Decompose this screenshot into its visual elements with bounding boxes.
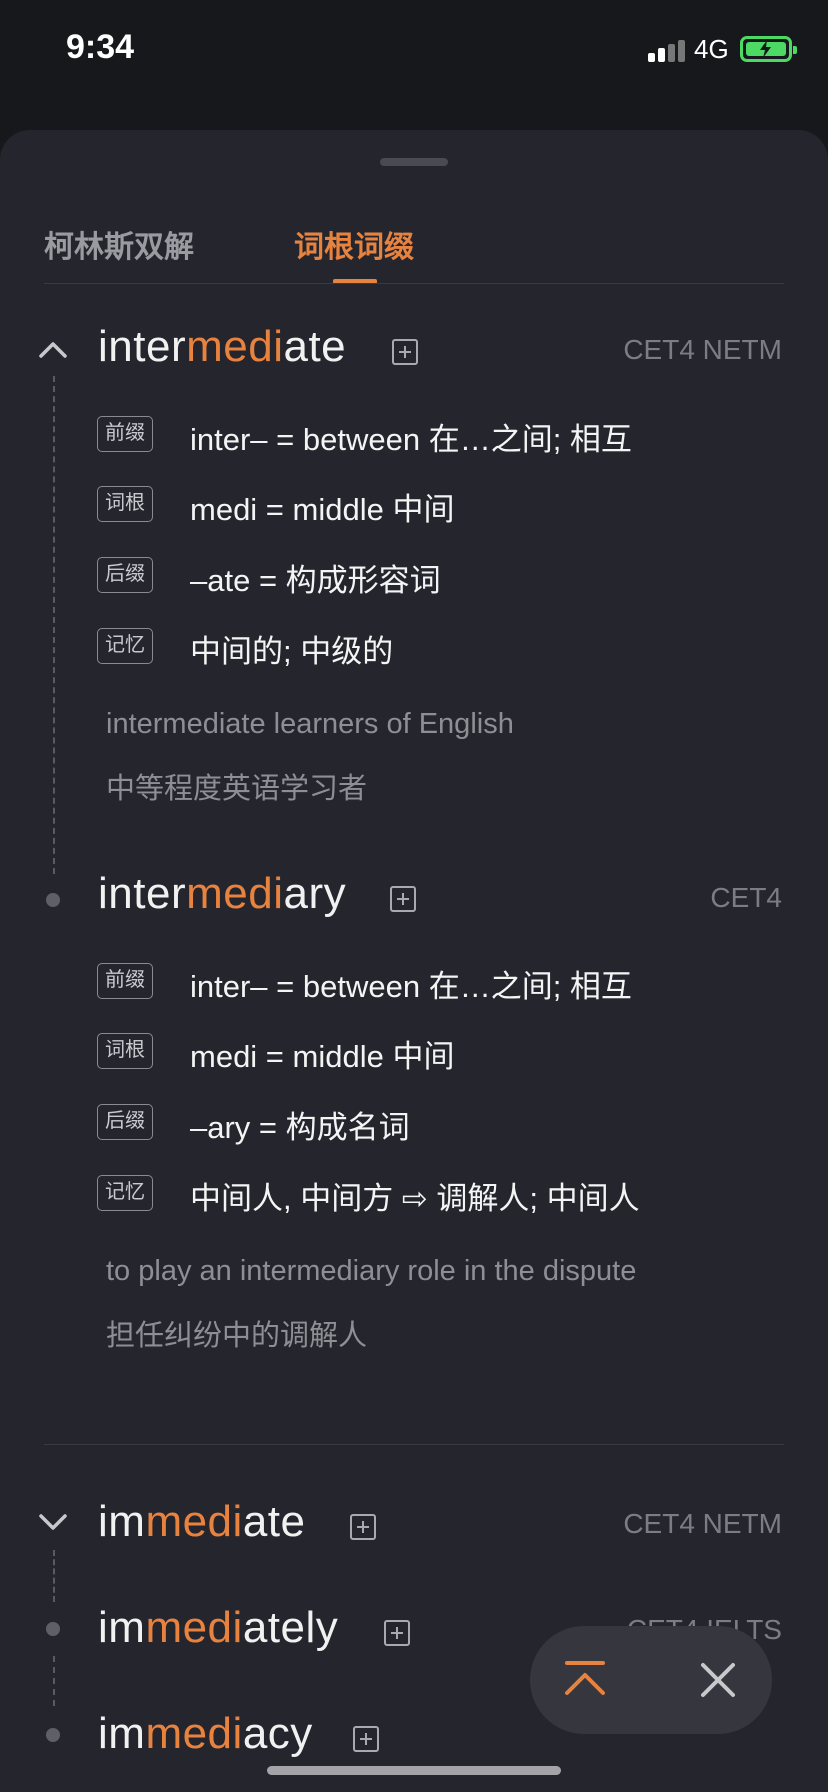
tree-connector <box>53 1550 55 1602</box>
floating-action-bar <box>530 1626 772 1734</box>
tag-prefix: 前缀 <box>97 416 153 452</box>
tree-node <box>46 893 60 907</box>
signal-icon <box>648 40 686 62</box>
prefix-meaning: inter– = between 在…之间; 相互 <box>190 422 632 457</box>
status-time: 9:34 <box>66 28 135 66</box>
suffix-meaning: –ate = 构成形容词 <box>190 563 441 598</box>
chevron-down-icon[interactable] <box>38 1512 68 1532</box>
example-zh: 担任纠纷中的调解人 <box>106 1320 368 1352</box>
add-word-icon[interactable] <box>390 886 416 912</box>
tag-root: 词根 <box>97 1033 153 1069</box>
exam-tags: CET4 <box>710 882 782 913</box>
word-immediately[interactable]: immediately <box>98 1603 338 1653</box>
word-intermediate[interactable]: intermediate <box>98 322 346 372</box>
tag-suffix: 后缀 <box>97 1104 153 1140</box>
scroll-top-icon[interactable] <box>563 1659 607 1701</box>
tree-connector <box>53 376 55 874</box>
prefix-meaning: inter– = between 在…之间; 相互 <box>190 969 632 1004</box>
home-indicator[interactable] <box>267 1766 561 1775</box>
word-immediate[interactable]: immediate <box>98 1497 305 1547</box>
root-meaning: medi = middle 中间 <box>190 492 455 527</box>
tag-memory: 记忆 <box>97 628 153 664</box>
close-icon[interactable] <box>700 1662 736 1698</box>
suffix-meaning: –ary = 构成名词 <box>190 1110 410 1145</box>
word-intermediary[interactable]: intermediary <box>98 869 346 919</box>
add-word-icon[interactable] <box>353 1726 379 1752</box>
tree-node <box>46 1728 60 1742</box>
example-zh: 中等程度英语学习者 <box>106 773 368 805</box>
battery-icon <box>740 36 797 62</box>
add-word-icon[interactable] <box>392 339 418 365</box>
add-word-icon[interactable] <box>384 1620 410 1646</box>
tag-memory: 记忆 <box>97 1175 153 1211</box>
example-en: to play an intermediary role in the disp… <box>106 1255 637 1287</box>
tab-word-roots[interactable]: 词根词缀 <box>294 222 414 266</box>
tree-connector <box>53 1656 55 1706</box>
exam-tags: CET4 NETM <box>623 334 782 365</box>
tag-root: 词根 <box>97 486 153 522</box>
group-divider <box>44 1444 784 1445</box>
network-type: 4G <box>694 34 729 64</box>
root-meaning: medi = middle 中间 <box>190 1039 455 1074</box>
sheet-drag-handle[interactable] <box>380 158 448 166</box>
tab-divider <box>44 283 784 284</box>
tab-collins[interactable]: 柯林斯双解 <box>44 222 194 266</box>
chevron-up-icon[interactable] <box>38 339 68 359</box>
memory-meaning: 中间的; 中级的 <box>190 634 394 669</box>
tree-node <box>46 1622 60 1636</box>
tag-suffix: 后缀 <box>97 557 153 593</box>
word-immediacy[interactable]: immediacy <box>98 1709 313 1759</box>
exam-tags: CET4 NETM <box>623 1508 782 1539</box>
tag-prefix: 前缀 <box>97 963 153 999</box>
example-en: intermediate learners of English <box>106 708 514 740</box>
memory-meaning: 中间人, 中间方 ⇨ 调解人; 中间人 <box>190 1181 640 1216</box>
add-word-icon[interactable] <box>350 1514 376 1540</box>
